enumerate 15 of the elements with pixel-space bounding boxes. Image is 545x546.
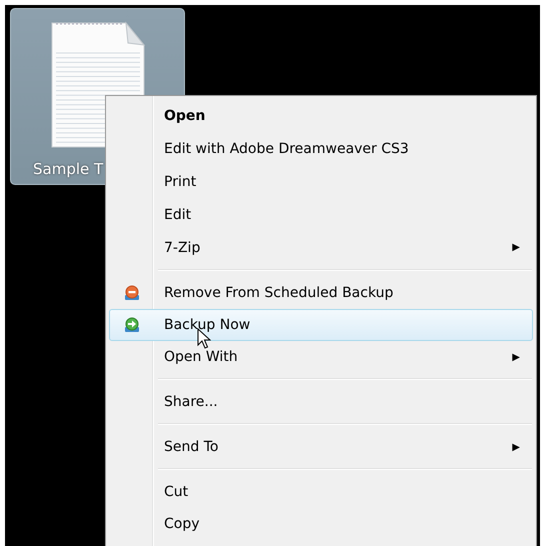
backup-now-icon [124,317,140,333]
menu-item[interactable]: Share... [109,386,533,418]
submenu-arrow-icon: ▶ [512,242,520,253]
submenu-arrow-icon: ▶ [512,352,520,362]
menu-item[interactable]: Cut [109,476,533,508]
menu-item[interactable]: Open With ▶ [109,341,533,373]
menu-item[interactable]: Edit [109,198,533,231]
submenu-arrow-icon: ▶ [512,442,520,452]
file-name-label: Sample T [33,160,104,178]
backup-remove-icon [124,285,140,301]
menu-item[interactable]: Send To ▶ [109,431,533,463]
menu-item[interactable]: 7-Zip ▶ [109,231,533,264]
menu-item[interactable]: Copy [109,508,533,540]
menu-item[interactable]: Remove From Scheduled Backup [109,277,533,309]
menu-item[interactable]: Backup Now [109,309,533,341]
